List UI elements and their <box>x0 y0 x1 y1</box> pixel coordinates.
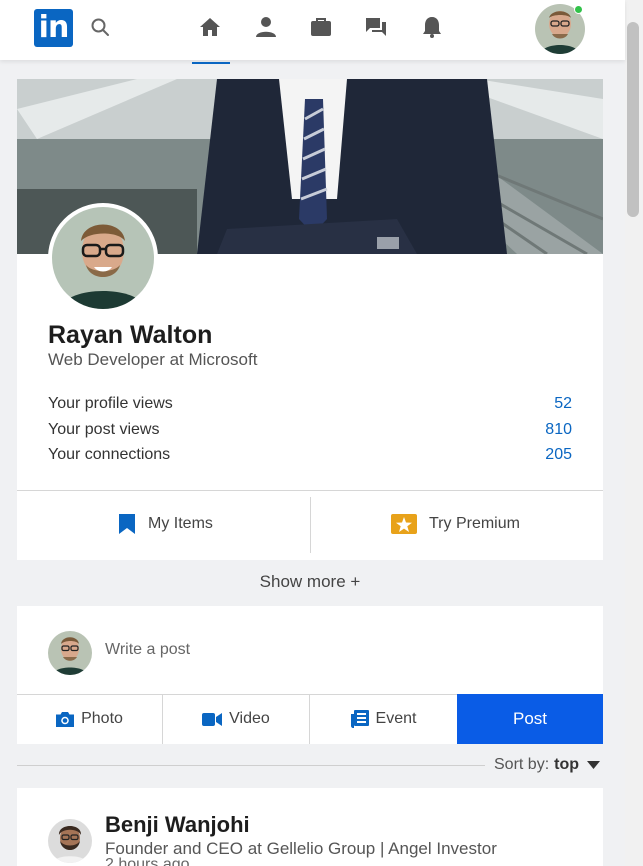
home-icon[interactable] <box>198 15 222 39</box>
newspaper-icon <box>350 710 369 728</box>
premium-star-icon <box>391 514 417 534</box>
post-timestamp: 2 hours ago <box>105 856 190 866</box>
feed-post: Benji Wanjohi Founder and CEO at Gelleli… <box>17 788 603 866</box>
sort-dropdown[interactable]: Sort by: top <box>494 756 601 774</box>
linkedin-logo[interactable]: in <box>34 9 73 47</box>
photo-label: Photo <box>81 710 123 727</box>
sort-value: top <box>554 756 580 773</box>
event-label: Event <box>375 710 417 727</box>
profile-name[interactable]: Rayan Walton <box>48 321 212 350</box>
online-status-dot <box>574 5 583 14</box>
post-author-name[interactable]: Benji Wanjohi <box>105 812 250 838</box>
my-items-label: My Items <box>148 515 213 532</box>
write-post-input[interactable]: Write a post <box>105 641 190 659</box>
stat-post-views[interactable]: Your post views 810 <box>48 421 572 443</box>
post-composer: Write a post Photo Video Event Post <box>17 606 603 744</box>
video-camera-icon <box>202 712 223 726</box>
profile-headline: Web Developer at Microsoft <box>48 350 258 369</box>
stat-value[interactable]: 810 <box>545 421 572 439</box>
event-button[interactable]: Event <box>310 694 457 744</box>
my-items-button[interactable]: My Items <box>118 509 213 539</box>
scrollbar-thumb[interactable] <box>627 22 639 217</box>
camera-icon <box>56 711 75 727</box>
post-button[interactable]: Post <box>457 694 603 744</box>
avatar[interactable] <box>48 631 92 675</box>
divider <box>17 765 485 766</box>
messages-icon[interactable] <box>364 15 388 39</box>
stat-value[interactable]: 52 <box>554 395 572 413</box>
stat-profile-views[interactable]: Your profile views 52 <box>48 395 572 417</box>
photo-button[interactable]: Photo <box>17 694 163 744</box>
profile-card: Rayan Walton Web Developer at Microsoft … <box>17 79 603 560</box>
bell-icon[interactable] <box>420 15 444 39</box>
video-label: Video <box>229 710 270 727</box>
bookmark-icon <box>119 514 135 534</box>
top-navigation: in <box>0 0 625 64</box>
divider <box>17 490 603 491</box>
sort-label: Sort by: <box>494 756 550 773</box>
try-premium-label: Try Premium <box>429 515 520 532</box>
try-premium-button[interactable]: Try Premium <box>391 509 520 539</box>
stat-label: Your connections <box>48 446 171 463</box>
person-icon[interactable] <box>254 15 278 39</box>
stat-label: Your post views <box>48 421 160 438</box>
search-icon[interactable] <box>90 17 110 37</box>
divider <box>310 497 311 553</box>
stat-label: Your profile views <box>48 395 173 412</box>
profile-photo[interactable] <box>48 203 158 313</box>
show-more-button[interactable]: Show more + <box>0 572 620 592</box>
stat-connections[interactable]: Your connections 205 <box>48 446 572 468</box>
stat-value[interactable]: 205 <box>545 446 572 464</box>
video-button[interactable]: Video <box>163 694 310 744</box>
caret-down-icon <box>587 760 601 769</box>
active-tab-indicator <box>192 62 230 64</box>
briefcase-icon[interactable] <box>309 15 333 39</box>
avatar[interactable] <box>48 819 92 863</box>
